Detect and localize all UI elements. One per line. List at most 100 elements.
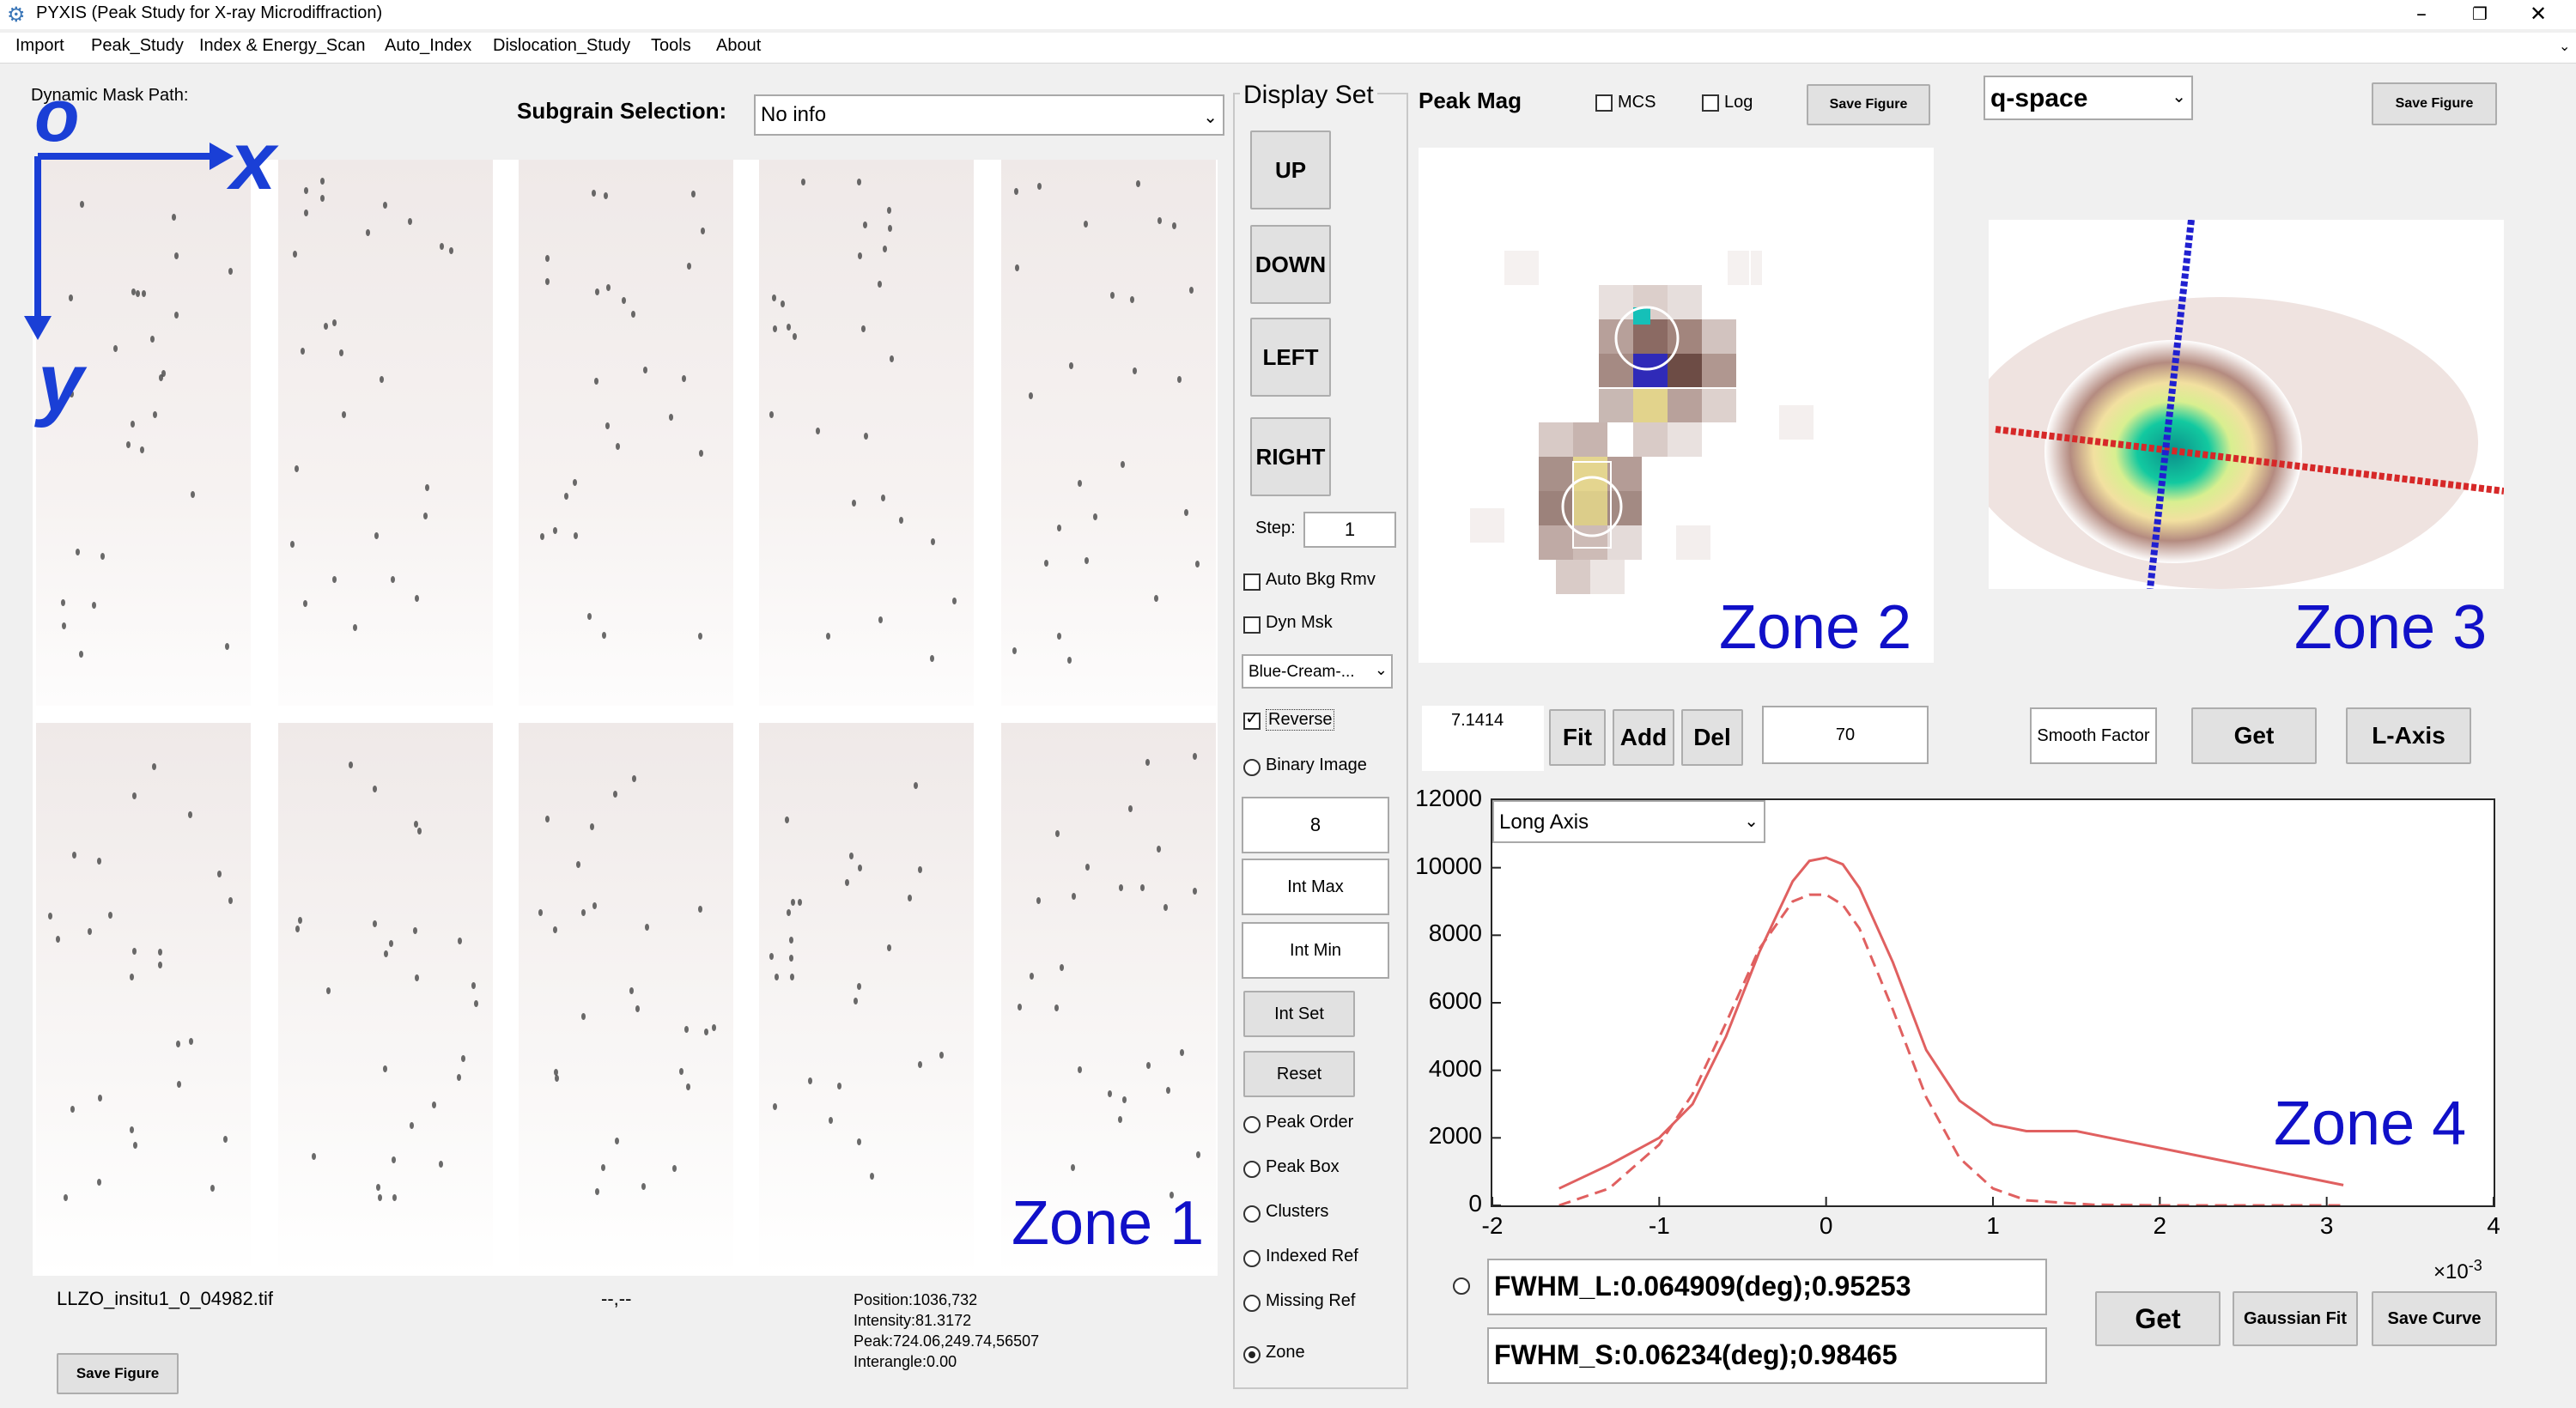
diffraction-spot [672, 1164, 677, 1172]
menu-auto-index[interactable]: Auto_Index [385, 36, 471, 56]
int-max-input[interactable]: Int Max [1242, 859, 1389, 915]
diffraction-spot [553, 526, 558, 534]
zone3-get-button[interactable]: Get [2191, 707, 2317, 764]
diffraction-spot [1036, 183, 1042, 191]
peak-magnified-image[interactable]: Zone 2 [1419, 148, 1934, 663]
menu-index-energy-scan[interactable]: Index & Energy_Scan [199, 36, 365, 56]
cursor-coords: --,-- [601, 1288, 632, 1309]
diffraction-spot [1084, 556, 1090, 564]
diffraction-spot [668, 413, 673, 421]
x-multiplier: ×10-3 [2433, 1257, 2482, 1284]
smooth-factor-input[interactable]: Smooth Factor [2030, 707, 2157, 764]
minimize-button[interactable]: – [2396, 0, 2447, 29]
diffraction-spot [461, 1054, 466, 1062]
save-curve-button[interactable]: Save Curve [2372, 1291, 2497, 1346]
heatmap-cell [1539, 457, 1573, 491]
menu-peak-study[interactable]: Peak_Study [91, 36, 184, 56]
subgrain-select[interactable]: No info ⌄ [754, 94, 1224, 136]
diffraction-spot [861, 325, 866, 332]
diffraction-spot [594, 377, 599, 385]
int-set-button[interactable]: Int Set [1243, 991, 1355, 1037]
gaussian-fit-button[interactable]: Gaussian Fit [2233, 1291, 2358, 1346]
diffraction-spot [1012, 646, 1017, 654]
menu-dislocation-study[interactable]: Dislocation_Study [493, 36, 630, 56]
q-space-image[interactable] [1989, 220, 2504, 589]
peak-order-radio[interactable] [1243, 1116, 1261, 1133]
diffraction-spot [228, 896, 234, 904]
left-button[interactable]: LEFT [1250, 318, 1331, 397]
menu-tools[interactable]: Tools [651, 36, 691, 56]
diffraction-spot [592, 901, 598, 909]
diffraction-spot [342, 411, 347, 419]
step-input[interactable]: 1 [1303, 512, 1396, 548]
box-size-input[interactable]: 70 [1762, 706, 1929, 764]
zone-radio[interactable] [1243, 1346, 1261, 1363]
diffraction-spot [797, 899, 802, 907]
fwhm-l-field[interactable]: FWHM_L:0.064909(deg);0.95253 [1487, 1259, 2047, 1315]
diffraction-spot [801, 178, 806, 185]
chevron-down-icon: ⌄ [1744, 812, 1759, 831]
colormap-value: Blue-Cream-... [1249, 663, 1355, 681]
missing-ref-radio[interactable] [1243, 1295, 1261, 1312]
mcs-checkbox[interactable] [1595, 94, 1613, 112]
zone3-save-figure-button[interactable]: Save Figure [2372, 82, 2497, 125]
clusters-radio[interactable] [1243, 1205, 1261, 1223]
diffraction-spot [380, 376, 385, 384]
down-button[interactable]: DOWN [1250, 225, 1331, 304]
peak-box-radio[interactable] [1243, 1161, 1261, 1178]
auto-bkg-checkbox[interactable] [1243, 574, 1261, 591]
diffraction-spot [594, 288, 599, 295]
menu-import[interactable]: Import [15, 36, 64, 56]
fit-button[interactable]: Fit [1549, 709, 1606, 766]
diffraction-spot [769, 953, 774, 961]
restore-button[interactable]: ❐ [2454, 0, 2506, 29]
diffraction-spot [365, 229, 370, 237]
diffraction-spot [773, 325, 778, 333]
int-min-input[interactable]: Int Min [1242, 922, 1389, 979]
pixel-info: Position:1036,732 Intensity:81.3172 Peak… [854, 1290, 1039, 1372]
interangle-readout: Interangle:0.00 [854, 1353, 957, 1370]
log-checkbox[interactable] [1702, 94, 1719, 112]
diffraction-spot [412, 926, 417, 934]
diffraction-spot [47, 913, 52, 920]
diffraction-spot [829, 1116, 834, 1124]
binary-threshold-input[interactable]: 8 [1242, 797, 1389, 853]
heatmap-cell [1668, 319, 1702, 354]
check-icon: ✓ [1245, 707, 1260, 728]
toolbar-chevron-icon[interactable]: ⌄ [2559, 38, 2570, 55]
diffraction-spot [1153, 594, 1158, 602]
right-button[interactable]: RIGHT [1250, 417, 1331, 496]
diffraction-spot [857, 1138, 862, 1146]
heatmap-cell [1633, 388, 1668, 422]
diffraction-spot [601, 631, 606, 639]
diffraction-spot [225, 643, 230, 651]
l-axis-button[interactable]: L-Axis [2346, 707, 2471, 764]
fwhm-radio[interactable] [1453, 1278, 1470, 1295]
diffraction-spot [581, 909, 586, 917]
binary-image-radio[interactable] [1243, 759, 1261, 776]
diffraction-spot [55, 936, 60, 944]
dyn-msk-checkbox[interactable] [1243, 616, 1261, 634]
reset-button[interactable]: Reset [1243, 1051, 1355, 1097]
colormap-select[interactable]: Blue-Cream-... ⌄ [1242, 654, 1393, 689]
up-button[interactable]: UP [1250, 130, 1331, 209]
add-button[interactable]: Add [1613, 709, 1674, 766]
diffraction-spot [603, 191, 608, 199]
close-button[interactable]: ✕ [2512, 0, 2564, 29]
menu-about[interactable]: About [716, 36, 761, 56]
zone2-save-figure-button[interactable]: Save Figure [1807, 84, 1930, 125]
zone4-get-button[interactable]: Get [2095, 1291, 2221, 1346]
axis-select[interactable]: Long Axis ⌄ [1492, 800, 1765, 843]
diffraction-spot [852, 499, 856, 507]
diffraction-spot [473, 999, 478, 1007]
indexed-ref-radio[interactable] [1243, 1250, 1261, 1267]
diffraction-spot [61, 599, 66, 607]
del-button[interactable]: Del [1681, 709, 1743, 766]
space-select[interactable]: q-space ⌄ [1984, 76, 2193, 120]
fwhm-s-field[interactable]: FWHM_S:0.06234(deg);0.98465 [1487, 1327, 2047, 1384]
diffraction-spot [605, 422, 611, 429]
reverse-checkbox[interactable]: ✓ [1243, 709, 1261, 730]
diffraction-spot [1136, 180, 1141, 188]
zone1-save-figure-button[interactable]: Save Figure [57, 1353, 179, 1394]
profile-plot[interactable]: Long Axis ⌄ Zone 4 [1491, 798, 2495, 1207]
